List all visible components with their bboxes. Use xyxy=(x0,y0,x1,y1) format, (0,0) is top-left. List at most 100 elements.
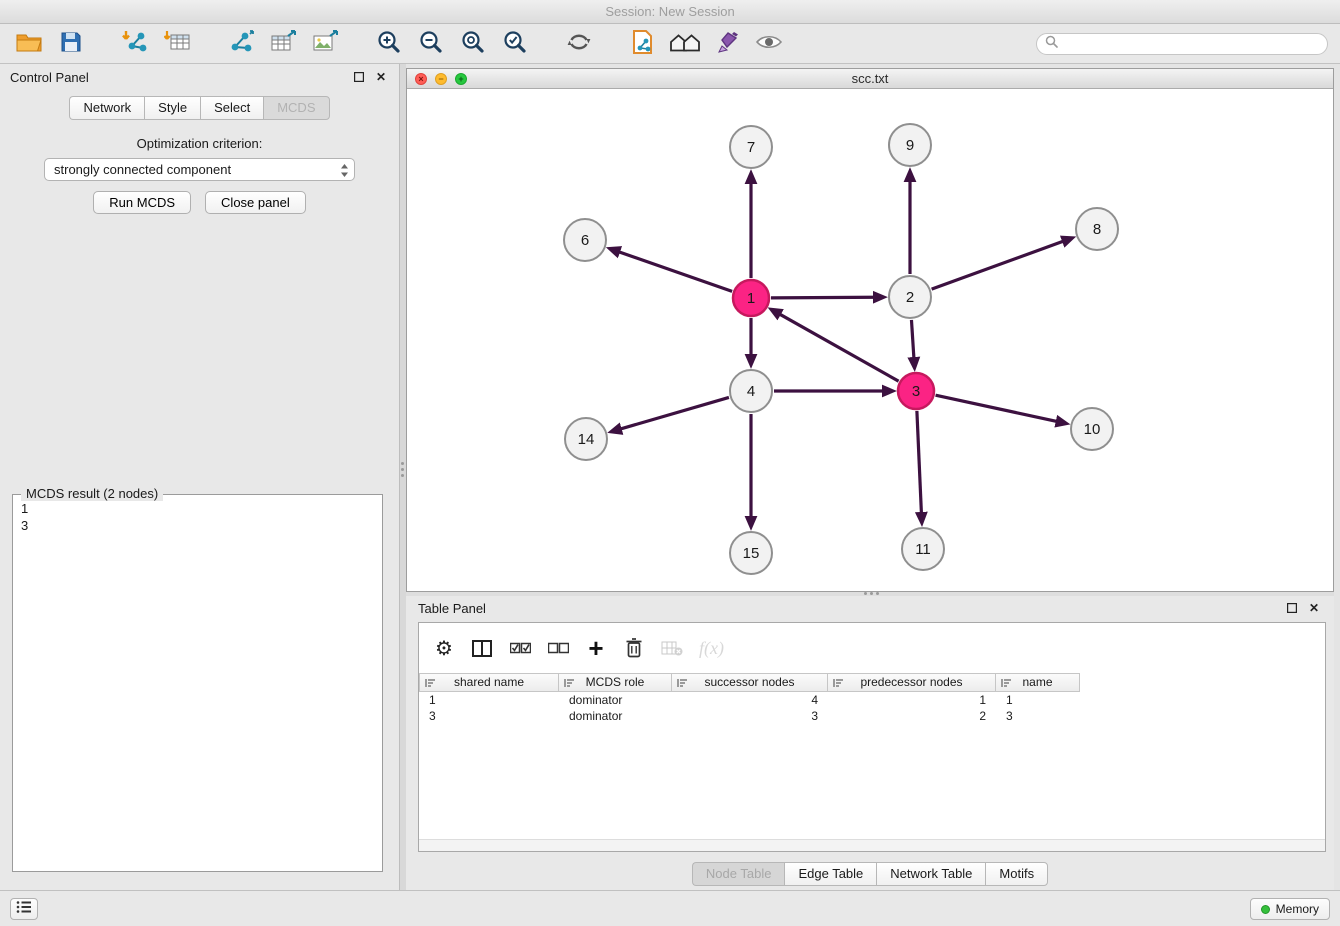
search-input[interactable] xyxy=(1063,37,1319,51)
settings-gear-icon[interactable]: ⚙ xyxy=(433,635,455,661)
zoom-selected-button[interactable] xyxy=(498,28,532,60)
function-builder-icon: f(x) xyxy=(699,635,724,661)
tab-node-table[interactable]: Node Table xyxy=(692,862,785,886)
edge-3-10[interactable] xyxy=(936,395,1057,421)
network-canvas[interactable]: 7 9 6 8 1 2 4 3 14 10 15 11 xyxy=(407,89,1333,591)
edge-2-3[interactable] xyxy=(911,320,913,358)
edge-1-6[interactable] xyxy=(619,252,732,292)
table-panel-close-icon[interactable]: ✕ xyxy=(1306,600,1322,616)
refresh-layout-button[interactable] xyxy=(562,28,596,60)
control-tab-select[interactable]: Select xyxy=(200,96,263,120)
import-network-button[interactable] xyxy=(118,28,152,60)
zoom-out-button[interactable] xyxy=(414,28,448,60)
task-history-button[interactable] xyxy=(10,898,38,920)
table-cell[interactable]: dominator xyxy=(559,708,672,724)
edge-1-2[interactable] xyxy=(771,297,874,298)
svg-text:11: 11 xyxy=(915,541,931,558)
column-header-mcds-role[interactable]: MCDS role xyxy=(559,673,672,692)
node-4[interactable]: 4 xyxy=(730,370,772,412)
zoom-selected-icon xyxy=(502,29,528,60)
import-table-button[interactable] xyxy=(160,28,194,60)
run-mcds-button[interactable]: Run MCDS xyxy=(93,191,191,214)
table-row[interactable]: 1dominator411 xyxy=(419,692,1325,708)
edge-3-11[interactable] xyxy=(917,411,922,513)
close-window-icon[interactable]: × xyxy=(415,73,427,85)
mcds-result-lines[interactable]: 13 xyxy=(13,495,382,539)
svg-text:8: 8 xyxy=(1093,221,1101,238)
node-15[interactable]: 15 xyxy=(730,532,772,574)
table-cell[interactable]: 1 xyxy=(996,692,1080,708)
table-panel-float-icon[interactable] xyxy=(1284,600,1300,616)
table-cell[interactable]: dominator xyxy=(559,692,672,708)
tab-motifs[interactable]: Motifs xyxy=(985,862,1048,886)
svg-text:3: 3 xyxy=(912,383,920,400)
save-floppy-icon xyxy=(60,31,82,58)
tab-edge-table[interactable]: Edge Table xyxy=(784,862,876,886)
table-horizontal-scrollbar[interactable] xyxy=(419,839,1325,851)
zoom-fit-button[interactable] xyxy=(456,28,490,60)
deselect-all-icon[interactable] xyxy=(547,635,569,661)
eye-button[interactable] xyxy=(752,28,786,60)
close-panel-button[interactable]: Close panel xyxy=(205,191,306,214)
table-cell[interactable]: 3 xyxy=(672,708,828,724)
table-cell[interactable]: 4 xyxy=(672,692,828,708)
control-tab-mcds[interactable]: MCDS xyxy=(263,96,329,120)
save-session-button[interactable] xyxy=(54,28,88,60)
table-cell[interactable]: 3 xyxy=(996,708,1080,724)
node-2[interactable]: 2 xyxy=(889,276,931,318)
zoom-in-button[interactable] xyxy=(372,28,406,60)
svg-text:10: 10 xyxy=(1084,421,1101,438)
svg-text:15: 15 xyxy=(743,545,760,562)
node-9[interactable]: 9 xyxy=(889,124,931,166)
edge-2-8[interactable] xyxy=(932,241,1064,289)
table-row[interactable]: 3dominator323 xyxy=(419,708,1325,724)
table-cell[interactable]: 2 xyxy=(828,708,996,724)
export-table-button[interactable] xyxy=(266,28,300,60)
minimize-window-icon[interactable]: − xyxy=(435,73,447,85)
node-6[interactable]: 6 xyxy=(564,219,606,261)
control-panel-close-icon[interactable]: ✕ xyxy=(373,69,389,85)
columns-icon[interactable] xyxy=(471,635,493,661)
column-header-name[interactable]: name xyxy=(996,673,1080,692)
control-tab-style[interactable]: Style xyxy=(144,96,200,120)
search-field[interactable] xyxy=(1036,33,1328,55)
export-image-icon xyxy=(312,29,339,59)
criterion-dropdown[interactable]: strongly connected component xyxy=(44,158,355,181)
open-session-button[interactable] xyxy=(12,28,46,60)
node-8[interactable]: 8 xyxy=(1076,208,1118,250)
node-10[interactable]: 10 xyxy=(1071,408,1113,450)
houses-button[interactable] xyxy=(668,28,702,60)
style-brush-button[interactable] xyxy=(710,28,744,60)
node-3[interactable]: 3 xyxy=(898,373,934,409)
table-cell[interactable]: 1 xyxy=(419,692,559,708)
column-header-successor-nodes[interactable]: successor nodes xyxy=(672,673,828,692)
network-document-button[interactable] xyxy=(626,28,660,60)
node-1[interactable]: 1 xyxy=(733,280,769,316)
select-all-icon[interactable] xyxy=(509,635,531,661)
node-11[interactable]: 11 xyxy=(902,528,944,570)
new-network-button[interactable] xyxy=(224,28,258,60)
svg-text:9: 9 xyxy=(906,137,914,154)
svg-text:6: 6 xyxy=(581,232,589,249)
edge-4-14[interactable] xyxy=(621,397,729,429)
delete-row-icon[interactable] xyxy=(623,635,645,661)
add-row-icon[interactable]: + xyxy=(585,635,607,661)
control-tab-network[interactable]: Network xyxy=(69,96,144,120)
network-view-window: × − + scc.txt 7968124314101511 xyxy=(406,68,1334,592)
svg-text:4: 4 xyxy=(747,383,755,400)
table-cell[interactable]: 3 xyxy=(419,708,559,724)
node-7[interactable]: 7 xyxy=(730,126,772,168)
control-panel-float-icon[interactable] xyxy=(351,69,367,85)
export-image-button[interactable] xyxy=(308,28,342,60)
status-bar: Memory xyxy=(0,890,1340,926)
node-14[interactable]: 14 xyxy=(565,418,607,460)
optimization-criterion-label: Optimization criterion: xyxy=(0,136,399,151)
maximize-window-icon[interactable]: + xyxy=(455,73,467,85)
column-header-predecessor-nodes[interactable]: predecessor nodes xyxy=(828,673,996,692)
tab-network-table[interactable]: Network Table xyxy=(876,862,985,886)
table-tabs: Node TableEdge TableNetwork TableMotifs xyxy=(406,862,1334,886)
column-header-shared-name[interactable]: shared name xyxy=(419,673,559,692)
memory-button[interactable]: Memory xyxy=(1250,898,1330,920)
edge-3-1[interactable] xyxy=(780,314,899,381)
table-cell[interactable]: 1 xyxy=(828,692,996,708)
